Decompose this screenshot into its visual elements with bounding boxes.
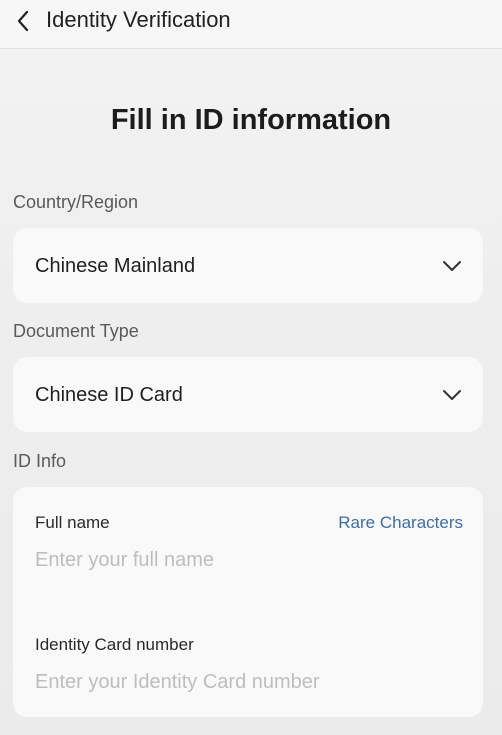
page-title: Fill in ID information: [110, 104, 392, 136]
country-region-label: Country/Region: [13, 192, 139, 212]
country-region-value: Chinese Mainland: [35, 255, 196, 277]
full-name-label: Full name: [35, 513, 110, 532]
id-card-number-input[interactable]: [35, 669, 465, 695]
document-type-value: Chinese ID Card: [35, 384, 183, 406]
identity-verification-screen: Identity Verification Fill in ID informa…: [0, 0, 502, 735]
nav-title: Identity Verification: [46, 7, 231, 32]
full-name-input[interactable]: [35, 547, 465, 573]
back-button[interactable]: [8, 6, 38, 36]
chevron-down-icon: [441, 255, 463, 277]
document-type-select[interactable]: Chinese ID Card: [13, 357, 483, 432]
chevron-down-icon: [441, 384, 463, 406]
id-info-label: ID Info: [13, 451, 67, 471]
country-region-select[interactable]: Chinese Mainland: [13, 228, 483, 303]
rare-characters-link[interactable]: Rare Characters: [338, 513, 463, 533]
document-type-label: Document Type: [13, 321, 139, 341]
navigation-bar: Identity Verification: [0, 0, 502, 49]
chevron-left-icon: [17, 10, 29, 32]
id-info-card: Full name Rare Characters Identity Card …: [13, 487, 483, 717]
id-card-number-label: Identity Card number: [35, 635, 194, 654]
